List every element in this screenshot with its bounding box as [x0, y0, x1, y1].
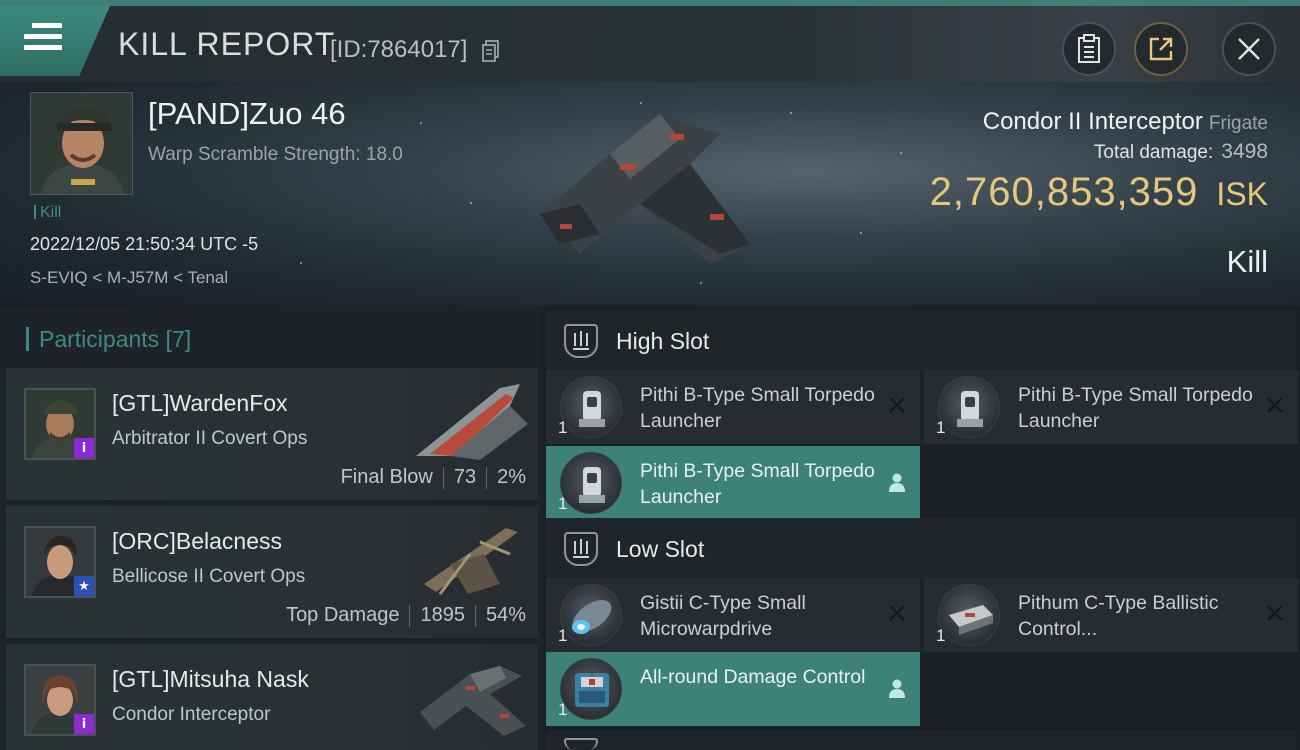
module-item[interactable]: 1 All-round Damage Control — [546, 652, 920, 726]
microwarpdrive-icon — [560, 584, 622, 646]
participant-row[interactable]: i [GTL]WardenFox Arbitrator II Covert Op… — [6, 368, 538, 502]
module-name: All-round Damage Control — [640, 666, 866, 688]
low-slot-icon — [564, 532, 598, 566]
participant-row[interactable]: i [GTL]Mitsuha Nask Condor Interceptor — [6, 644, 538, 750]
ship-class: Frigate — [1208, 113, 1268, 134]
participant-percent: 54% — [485, 604, 526, 626]
participants-panel: Participants [7] i [GTL]WardenFox Arbitr… — [0, 306, 542, 750]
module-quantity: 1 — [558, 494, 568, 513]
total-damage-label: Total damage: — [1093, 142, 1214, 163]
info-badge: i — [74, 438, 94, 458]
participant-ship-image — [424, 528, 518, 595]
module-quantity: 1 — [936, 626, 946, 645]
destroyed-icon — [1267, 397, 1283, 413]
module-item[interactable]: 1 Pithi B-Type Small Torpedo Launcher — [924, 370, 1298, 444]
destroyed-icon — [889, 605, 905, 621]
participant-damage: 1895 — [420, 604, 465, 626]
module-item[interactable]: 1 Pithi B-Type Small Torpedo Launcher — [546, 370, 920, 444]
participant-ship-image — [420, 666, 526, 736]
participant-role: Final Blow — [340, 466, 433, 488]
total-damage-value: 3498 — [1221, 140, 1268, 163]
participant-name[interactable]: [GTL]WardenFox — [112, 390, 288, 417]
warp-scramble-strength: Warp Scramble Strength: 18.0 — [148, 144, 403, 165]
module-quantity: 1 — [558, 700, 568, 719]
damage-control-icon — [560, 658, 622, 720]
participant-avatar[interactable]: i — [24, 388, 96, 460]
menu-button[interactable] — [0, 6, 110, 76]
participant-name[interactable]: [GTL]Mitsuha Nask — [112, 666, 309, 693]
share-button[interactable] — [1134, 22, 1188, 76]
victim-ship-image[interactable] — [520, 94, 770, 284]
info-badge: i — [74, 714, 94, 734]
participants-heading: Participants [7] — [26, 326, 191, 353]
participant-percent: 2% — [497, 466, 526, 488]
isk-unit: ISK — [1216, 176, 1268, 212]
high-slot-header: High Slot — [546, 310, 1296, 372]
victim-avatar[interactable] — [30, 92, 133, 195]
kill-datetime: 2022/12/05 21:50:34 UTC -5 — [30, 234, 259, 254]
low-slot-title: Low Slot — [616, 536, 705, 562]
module-name: Pithi B-Type Small Torpedo Launcher — [640, 460, 875, 508]
low-slot-header: Low Slot — [546, 518, 1296, 580]
mid-slot-icon — [564, 738, 598, 750]
clipboard-icon — [1078, 34, 1100, 63]
kill-count: Kill — [34, 204, 61, 222]
victim-banner: [PAND]Zuo 46 Warp Scramble Strength: 18.… — [0, 82, 1300, 306]
close-button[interactable] — [1222, 22, 1276, 76]
participant-ship: Bellicose II Covert Ops — [112, 566, 306, 587]
dropped-user-icon — [889, 679, 905, 698]
participant-avatar[interactable]: i — [24, 664, 96, 736]
dropped-user-icon — [889, 473, 905, 492]
total-damage: Total damage: 3498 — [1094, 140, 1268, 164]
participant-stats: Final Blow 73 2% — [341, 466, 526, 489]
ship-type-line: Condor II Interceptor Frigate — [983, 108, 1268, 136]
close-icon — [1238, 38, 1260, 60]
clipboard-button[interactable] — [1062, 22, 1116, 76]
torpedo-launcher-icon — [560, 376, 622, 438]
menu-icon — [24, 23, 62, 53]
participant-damage: 73 — [453, 466, 477, 488]
high-slot-icon — [564, 324, 598, 358]
fitting-panel: High Slot 1 Pithi B-Type Small Torpedo L… — [542, 306, 1300, 750]
top-bar: KILL REPORT [ID:7864017] — [0, 0, 1300, 82]
module-name: Pithi B-Type Small Torpedo Launcher — [1018, 384, 1253, 432]
module-quantity: 1 — [936, 418, 946, 437]
destroyed-icon — [889, 397, 905, 413]
module-name: Gistii C-Type Small Microwarpdrive — [640, 592, 806, 640]
participant-name[interactable]: [ORC]Belacness — [112, 528, 282, 555]
participant-avatar[interactable]: ★ — [24, 526, 96, 598]
page-title: KILL REPORT — [118, 26, 336, 62]
ballistic-control-icon — [938, 584, 1000, 646]
torpedo-launcher-icon — [938, 376, 1000, 438]
module-name: Pithum C-Type Ballistic Control... — [1018, 592, 1219, 640]
isk-loss: 2,760,853,359 ISK — [930, 170, 1268, 215]
participant-ship: Arbitrator II Covert Ops — [112, 428, 308, 449]
participant-ship-image — [416, 384, 528, 460]
module-item[interactable]: 1 Pithum C-Type Ballistic Control... — [924, 578, 1298, 652]
participant-ship: Condor Interceptor — [112, 704, 271, 725]
high-slot-title: High Slot — [616, 328, 710, 354]
kill-result: Kill — [1226, 244, 1268, 279]
ship-name[interactable]: Condor II Interceptor — [983, 108, 1203, 135]
participant-row[interactable]: ★ [ORC]Belacness Bellicose II Covert Ops… — [6, 506, 538, 640]
copy-icon[interactable] — [482, 40, 500, 62]
star-badge: ★ — [74, 576, 94, 596]
share-icon — [1149, 37, 1173, 61]
location-route[interactable]: S-EVIQ < M-J57M < Tenal — [30, 268, 228, 288]
torpedo-launcher-icon — [560, 452, 622, 514]
module-quantity: 1 — [558, 418, 568, 437]
module-name: Pithi B-Type Small Torpedo Launcher — [640, 384, 875, 432]
participant-stats: Top Damage 1895 54% — [286, 604, 526, 627]
isk-value: 2,760,853,359 — [929, 170, 1199, 214]
participant-role: Top Damage — [286, 604, 400, 626]
module-item[interactable]: 1 Gistii C-Type Small Microwarpdrive — [546, 578, 920, 652]
module-quantity: 1 — [558, 626, 568, 645]
module-item[interactable]: 1 Pithi B-Type Small Torpedo Launcher — [546, 446, 920, 520]
report-id: [ID:7864017] — [330, 36, 468, 63]
victim-name[interactable]: [PAND]Zuo 46 — [148, 96, 346, 132]
destroyed-icon — [1267, 605, 1283, 621]
mid-slot-header — [546, 730, 1296, 750]
